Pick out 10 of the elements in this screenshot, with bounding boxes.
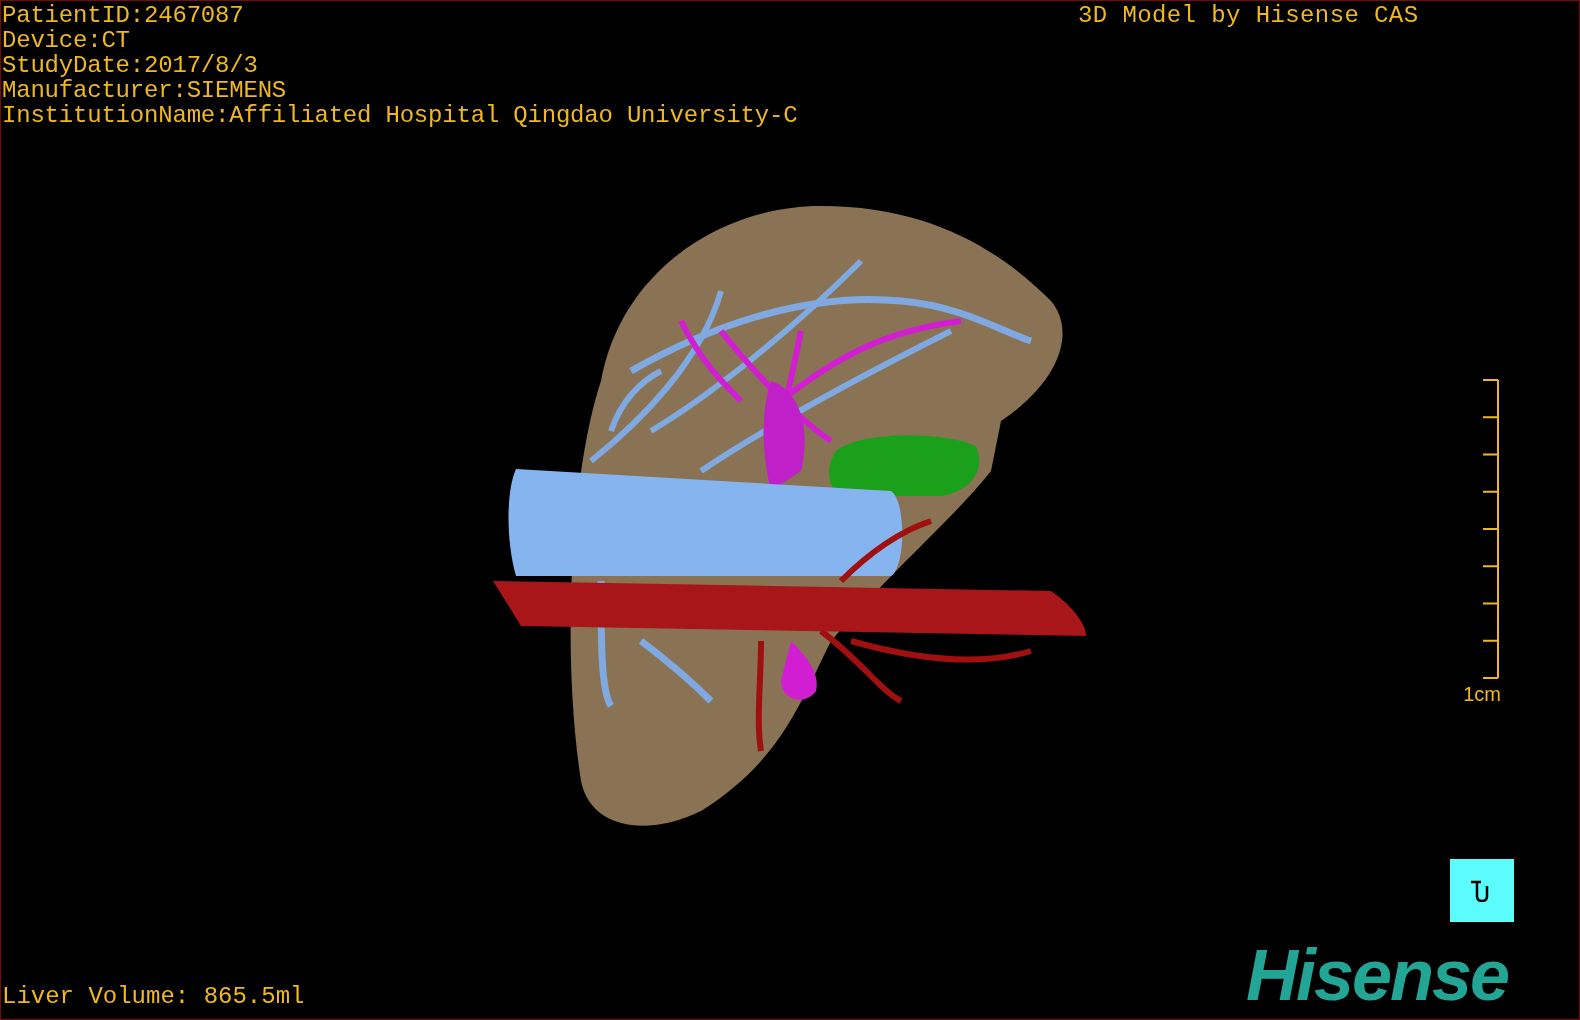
liver-volume: Liver Volume: 865.5ml	[2, 984, 305, 1010]
info-line: StudyDate:2017/8/3	[2, 53, 259, 78]
info-line: Device:CT	[2, 28, 131, 53]
info-line: Manufacturer:SIEMENS	[2, 78, 288, 103]
toolbar-button[interactable]	[1450, 859, 1514, 922]
logo: Hisense	[1246, 937, 1509, 1013]
scale-label: 1cm	[1463, 683, 1501, 705]
info-line: PatientID:2467087	[2, 3, 245, 28]
info-line: InstitutionName:Affiliated Hospital Qingdao University-C	[2, 103, 798, 128]
model-credit: 3D Model by Hisense CAS	[1078, 3, 1419, 28]
